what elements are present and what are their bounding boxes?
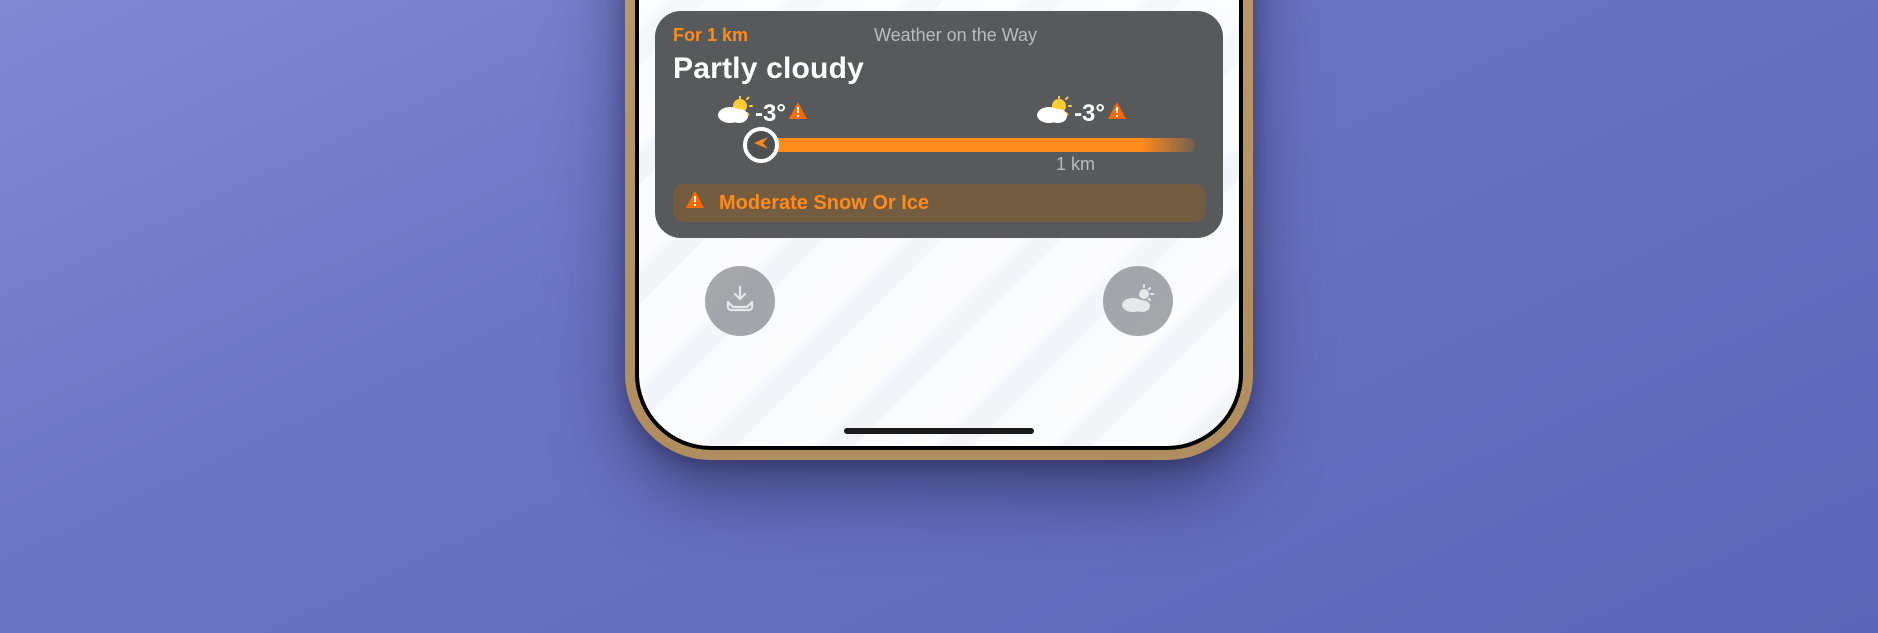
warning-icon (685, 190, 705, 216)
warning-icon (788, 100, 808, 128)
phone-bezel: For 1 km Weather on the Way Partly cloud… (635, 0, 1243, 450)
condition-text: Partly cloudy (673, 52, 1205, 86)
weather-button[interactable] (1103, 266, 1173, 336)
weather-widget[interactable]: For 1 km Weather on the Way Partly cloud… (655, 11, 1223, 238)
app-name-label: Weather on the Way (706, 25, 1205, 46)
route-forecast: -3° (673, 96, 1205, 178)
weather-alert-bar[interactable]: Moderate Snow Or Ice (673, 184, 1205, 222)
home-indicator[interactable] (844, 428, 1034, 434)
route-end-stop: -3° (1036, 96, 1127, 131)
partly-cloudy-icon (1036, 96, 1072, 131)
download-button[interactable] (705, 266, 775, 336)
partly-cloudy-icon (717, 96, 753, 131)
alert-text: Moderate Snow Or Ice (719, 192, 929, 215)
phone-screen: For 1 km Weather on the Way Partly cloud… (639, 0, 1239, 446)
partly-cloudy-icon (1120, 284, 1156, 319)
warning-icon (1107, 100, 1127, 128)
phone-frame: For 1 km Weather on the Way Partly cloud… (625, 0, 1253, 460)
end-distance-label: 1 km (1056, 154, 1095, 175)
current-position-marker (743, 127, 779, 163)
navigation-arrow-icon (752, 134, 770, 157)
route-progress-bar (743, 138, 1195, 152)
end-temp: -3° (1074, 100, 1105, 128)
start-temp: -3° (755, 100, 786, 128)
widget-header: For 1 km Weather on the Way (673, 25, 1205, 46)
route-start-stop: -3° (717, 96, 808, 131)
download-tray-icon (723, 282, 757, 321)
